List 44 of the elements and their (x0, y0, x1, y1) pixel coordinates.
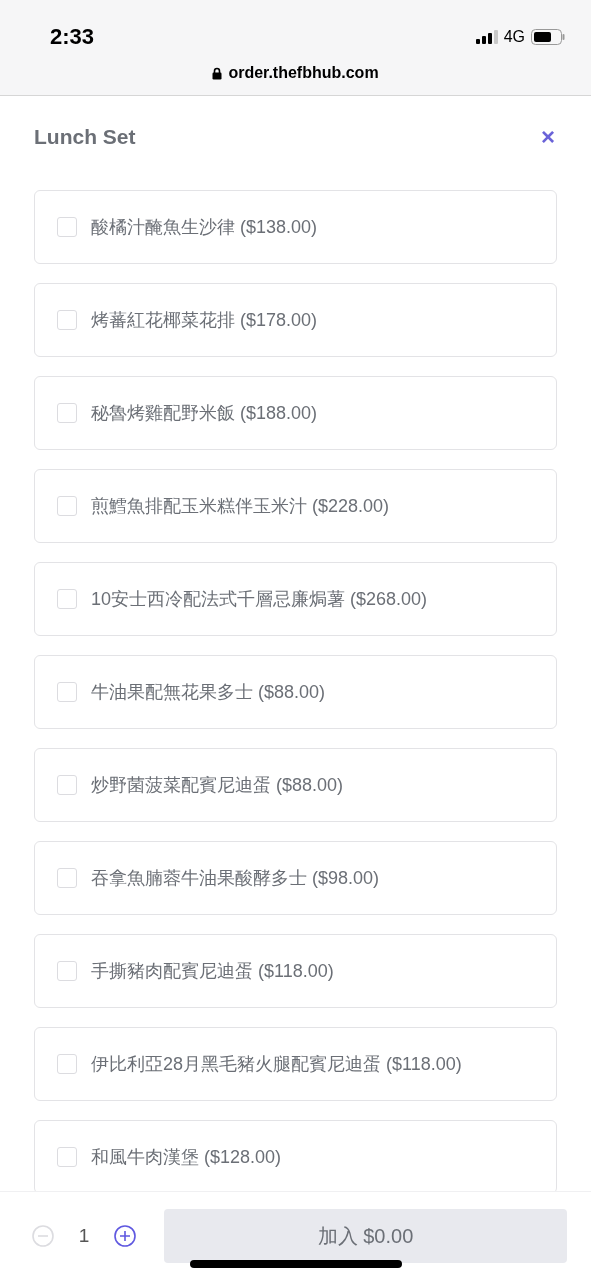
option-label: 手撕豬肉配賓尼迪蛋 ($118.00) (91, 960, 334, 983)
option-label: 牛油果配無花果多士 ($88.00) (91, 681, 326, 704)
option-label: 煎鱈魚排配玉米糕伴玉米汁 ($228.00) (91, 495, 390, 518)
checkbox[interactable] (57, 403, 77, 423)
checkbox[interactable] (57, 682, 77, 702)
modal-title: Lunch Set (34, 125, 136, 149)
option-card[interactable]: 烤蕃紅花椰菜花排 ($178.00) (34, 283, 557, 357)
option-card[interactable]: 煎鱈魚排配玉米糕伴玉米汁 ($228.00) (34, 469, 557, 543)
checkbox[interactable] (57, 1054, 77, 1074)
option-label: 秘魯烤雞配野米飯 ($188.00) (91, 402, 318, 425)
increase-button[interactable] (114, 1225, 136, 1247)
battery-icon (531, 29, 565, 45)
option-label: 伊比利亞28月黑毛豬火腿配賓尼迪蛋 ($118.00) (91, 1053, 462, 1076)
url-text[interactable]: order.thefbhub.com (228, 64, 379, 82)
option-label: 酸橘汁醃魚生沙律 ($138.00) (91, 216, 318, 239)
option-label: 10安士西冷配法式千層忌廉焗薯 ($268.00) (91, 588, 428, 611)
option-card[interactable]: 炒野菌菠菜配賓尼迪蛋 ($88.00) (34, 748, 557, 822)
checkbox[interactable] (57, 310, 77, 330)
checkbox[interactable] (57, 1147, 77, 1167)
signal-icon (475, 30, 498, 44)
checkbox[interactable] (57, 589, 77, 609)
option-card[interactable]: 伊比利亞28月黑毛豬火腿配賓尼迪蛋 ($118.00) (34, 1027, 557, 1101)
checkbox[interactable] (57, 217, 77, 237)
close-button[interactable]: × (539, 125, 557, 149)
checkbox[interactable] (57, 868, 77, 888)
option-card[interactable]: 10安士西冷配法式千層忌廉焗薯 ($268.00) (34, 562, 557, 636)
lock-icon (212, 66, 223, 80)
option-card[interactable]: 和風牛肉漢堡 ($128.00) (34, 1120, 557, 1191)
checkbox[interactable] (57, 496, 77, 516)
option-card[interactable]: 秘魯烤雞配野米飯 ($188.00) (34, 376, 557, 450)
add-to-cart-button[interactable]: 加入 $0.00 (164, 1209, 567, 1263)
checkbox[interactable] (57, 961, 77, 981)
option-label: 炒野菌菠菜配賓尼迪蛋 ($88.00) (91, 774, 344, 797)
option-label: 吞拿魚腩蓉牛油果酸酵多士 ($98.00) (91, 867, 380, 890)
status-time: 2:33 (50, 24, 95, 50)
checkbox[interactable] (57, 775, 77, 795)
option-label: 和風牛肉漢堡 ($128.00) (91, 1146, 282, 1169)
option-label: 烤蕃紅花椰菜花排 ($178.00) (91, 309, 318, 332)
option-card[interactable]: 牛油果配無花果多士 ($88.00) (34, 655, 557, 729)
network-label: 4G (503, 28, 525, 46)
quantity-value: 1 (77, 1225, 91, 1247)
option-card[interactable]: 酸橘汁醃魚生沙律 ($138.00) (34, 190, 557, 264)
option-card[interactable]: 手撕豬肉配賓尼迪蛋 ($118.00) (34, 934, 557, 1008)
option-card[interactable]: 吞拿魚腩蓉牛油果酸酵多士 ($98.00) (34, 841, 557, 915)
